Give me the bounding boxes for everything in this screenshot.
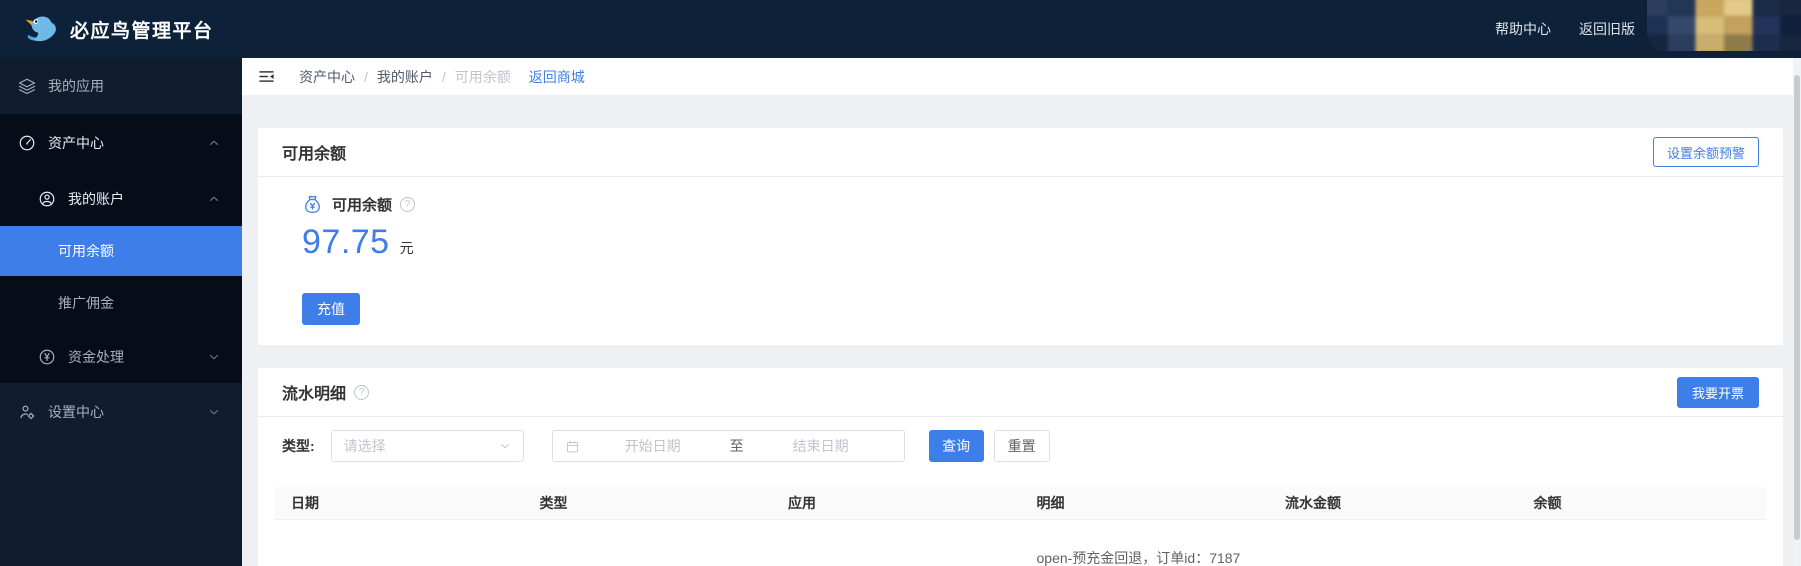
- cell-type: [524, 520, 773, 566]
- sidebar-item-my-account[interactable]: 我的账户: [0, 172, 242, 226]
- sidebar-item-label: 推广佣金: [58, 295, 114, 311]
- sidebar-item-fund-processing[interactable]: 资金处理: [0, 330, 242, 383]
- table-row: open-预充金回退，订单id：7187: [275, 520, 1766, 566]
- sidebar-item-my-apps[interactable]: 我的应用: [0, 58, 242, 114]
- breadcrumb-bar: 资产中心 / 我的账户 / 可用余额 返回商城: [242, 58, 1801, 95]
- sidebar-item-promo-commission[interactable]: 推广佣金: [0, 276, 242, 330]
- balance-card-title: 可用余额: [282, 146, 347, 163]
- question-circle-icon[interactable]: ?: [354, 384, 370, 400]
- cell-amount: [1269, 520, 1518, 566]
- breadcrumb-separator: /: [441, 68, 446, 85]
- end-date-field[interactable]: 结束日期: [750, 436, 892, 456]
- balance-label: 可用余额: [332, 197, 393, 214]
- reset-button[interactable]: 重置: [993, 430, 1050, 462]
- help-center-link[interactable]: 帮助中心: [1495, 19, 1551, 39]
- user-gear-icon: [18, 403, 36, 421]
- breadcrumb: 资产中心 / 我的账户 / 可用余额: [299, 67, 511, 87]
- column-header-amount: 流水金额: [1285, 495, 1341, 511]
- return-to-mall-link[interactable]: 返回商城: [529, 67, 585, 87]
- flow-card-header: 流水明细 ? 我要开票: [258, 368, 1783, 417]
- layers-icon: [18, 77, 36, 95]
- scrollbar-thumb[interactable]: [1794, 75, 1800, 540]
- scrollbar-track: [1793, 58, 1801, 566]
- menu-fold-icon[interactable]: [258, 68, 275, 85]
- calendar-icon: [565, 439, 580, 454]
- request-invoice-button[interactable]: 我要开票: [1676, 376, 1759, 408]
- available-balance-card: 可用余额 设置余额预警 可用余额 ? 97.75 元 充值: [258, 128, 1783, 345]
- flow-details-card: 流水明细 ? 我要开票 类型: 请选择 开始日期 至 结束日期 查询 重置 日期…: [258, 368, 1783, 566]
- balance-unit: 元: [399, 240, 414, 256]
- date-range-input[interactable]: 开始日期 至 结束日期: [551, 430, 905, 462]
- balance-card-header: 可用余额 设置余额预警: [258, 128, 1783, 177]
- redacted-user-mosaic: [1647, 0, 1801, 51]
- breadcrumb-asset-center[interactable]: 资产中心: [299, 67, 355, 87]
- sidebar-item-label: 设置中心: [48, 403, 104, 420]
- sidebar-item-label: 资产中心: [48, 135, 104, 151]
- chevron-down-icon: [208, 351, 220, 363]
- brand-title: 必应鸟管理平台: [70, 20, 214, 42]
- sidebar-item-settings-center[interactable]: 设置中心: [0, 383, 242, 440]
- cell-balance: [1518, 520, 1767, 566]
- balance-label-row: 可用余额 ?: [302, 194, 1759, 215]
- breadcrumb-separator: /: [364, 68, 368, 85]
- cell-app: [772, 520, 1021, 566]
- breadcrumb-my-account[interactable]: 我的账户: [377, 67, 433, 87]
- chevron-down-icon: [208, 406, 220, 418]
- dashboard-icon: [18, 134, 36, 152]
- balance-amount-row: 97.75 元: [302, 219, 1759, 265]
- sidebar-item-available-balance[interactable]: 可用余额: [0, 226, 242, 276]
- question-circle-icon[interactable]: ?: [400, 197, 416, 212]
- column-header-detail: 明细: [1036, 495, 1065, 511]
- sidebar-item-label: 可用余额: [58, 243, 114, 259]
- sidebar-item-asset-center[interactable]: 资产中心: [0, 114, 242, 172]
- date-range-to-label: 至: [729, 438, 744, 454]
- chevron-up-icon: [208, 193, 220, 205]
- redacted-user-block[interactable]: [1647, 0, 1801, 51]
- type-select[interactable]: 请选择: [330, 430, 524, 462]
- type-filter-label: 类型:: [282, 438, 315, 454]
- user-circle-icon: [38, 190, 56, 208]
- money-bag-icon: [302, 194, 323, 215]
- column-header-date: 日期: [291, 495, 319, 511]
- sidebar: 我的应用 资产中心 我的账户 可用余额 推广佣金 资金处理 设置中心: [0, 58, 242, 566]
- back-to-old-link[interactable]: 返回旧版: [1579, 19, 1635, 39]
- chevron-down-icon: [499, 440, 511, 452]
- yen-circle-icon: [38, 348, 56, 366]
- flow-table-header: 日期 类型 应用 明细 流水金额 余额: [275, 487, 1766, 520]
- column-header-balance: 余额: [1533, 495, 1562, 511]
- sidebar-group-asset-center: 资产中心 我的账户 可用余额 推广佣金 资金处理: [0, 114, 242, 383]
- header-nav: 帮助中心 返回旧版: [1495, 0, 1635, 58]
- column-header-type: 类型: [539, 495, 568, 511]
- column-header-app: 应用: [788, 495, 816, 511]
- start-date-field[interactable]: 开始日期: [582, 436, 724, 456]
- type-select-placeholder: 请选择: [343, 438, 386, 454]
- sidebar-item-label: 我的账户: [68, 191, 124, 207]
- query-button[interactable]: 查询: [928, 430, 984, 462]
- cell-detail: open-预充金回退，订单id：7187: [1036, 550, 1241, 566]
- chevron-up-icon: [208, 137, 220, 149]
- balance-amount: 97.75: [302, 223, 390, 261]
- flow-card-title: 流水明细: [282, 386, 347, 403]
- recharge-button[interactable]: 充值: [302, 293, 360, 325]
- balance-card-body: 可用余额 ? 97.75 元 充值: [258, 177, 1783, 325]
- bird-logo-icon: [24, 14, 58, 44]
- sidebar-item-label: 我的应用: [48, 78, 104, 94]
- flow-table: 日期 类型 应用 明细 流水金额 余额 open-预充金回退，订单id：7187: [275, 487, 1766, 566]
- sidebar-item-label: 资金处理: [68, 348, 124, 365]
- brand[interactable]: 必应鸟管理平台: [0, 14, 214, 44]
- breadcrumb-current: 可用余额: [454, 68, 511, 85]
- top-header: 必应鸟管理平台 帮助中心 返回旧版: [0, 0, 1801, 58]
- cell-date: [275, 520, 524, 566]
- set-balance-alert-button[interactable]: 设置余额预警: [1652, 137, 1759, 167]
- flow-filter-row: 类型: 请选择 开始日期 至 结束日期 查询 重置: [282, 430, 1759, 462]
